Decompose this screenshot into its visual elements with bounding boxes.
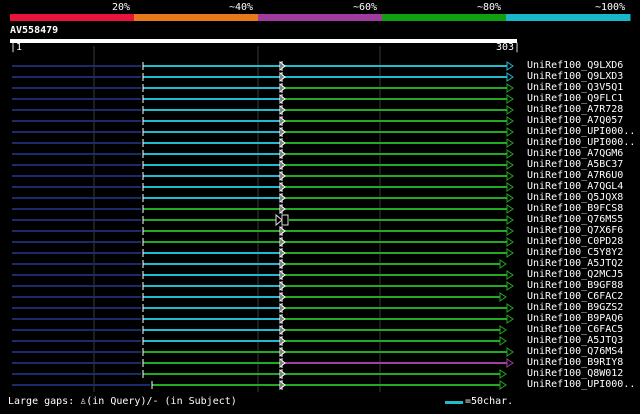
identity-tick-40: ~40% <box>229 2 254 13</box>
hit-end-arrow <box>499 380 507 390</box>
hit-label[interactable]: UniRef100_Q8W012 <box>527 368 639 379</box>
hit-label[interactable]: UniRef100_C6FAC5 <box>527 324 639 335</box>
hit-label[interactable]: UniRef100_C0PD28 <box>527 236 639 247</box>
query-name: AV558479 <box>10 25 59 36</box>
hit-label[interactable]: UniRef100_UPI000.. <box>527 126 639 137</box>
hit-end-arrow <box>506 83 514 93</box>
hit-end-arrow <box>506 237 514 247</box>
hit-end-arrow <box>506 215 514 225</box>
hit-end-arrow <box>506 204 514 214</box>
identity-band-2 <box>134 14 259 21</box>
hit-end-arrow <box>506 105 514 115</box>
hit-label[interactable]: UniRef100_Q9LXD6 <box>527 60 639 71</box>
identity-band-5 <box>506 14 631 21</box>
hit-end-arrow <box>506 149 514 159</box>
query-end: 303| <box>496 42 521 53</box>
hit-label[interactable]: UniRef100_Q76MS4 <box>527 346 639 357</box>
hit-end-arrow <box>506 138 514 148</box>
scale-label: =50char. <box>465 396 514 407</box>
query-bar <box>10 39 517 43</box>
alignment-viewer: 20% ~40% ~60% ~80% ~100% AV558479 |1 303… <box>0 0 640 410</box>
hit-label[interactable]: UniRef100_Q7X6F6 <box>527 225 639 236</box>
hit-end-arrow <box>506 248 514 258</box>
hit-label[interactable]: UniRef100_Q76MS5 <box>527 214 639 225</box>
hit-end-arrow <box>506 61 514 71</box>
identity-band-4 <box>382 14 507 21</box>
identity-tick-80: ~80% <box>477 2 502 13</box>
hit-end-arrow <box>506 127 514 137</box>
hit-label[interactable]: UniRef100_B9FCS8 <box>527 203 639 214</box>
hit-end-arrow <box>506 171 514 181</box>
hit-end-arrow <box>506 182 514 192</box>
hit-label[interactable]: UniRef100_B9RIY8 <box>527 357 639 368</box>
hit-end-arrow <box>506 193 514 203</box>
hit-label[interactable]: UniRef100_A7R6U0 <box>527 170 639 181</box>
identity-tick-100: ~100% <box>595 2 626 13</box>
hit-end-arrow <box>499 292 507 302</box>
hit-label[interactable]: UniRef100_B9GF88 <box>527 280 639 291</box>
hit-label[interactable]: UniRef100_A5BC37 <box>527 159 639 170</box>
scale-bar <box>445 401 463 404</box>
hit-end-arrow <box>499 369 507 379</box>
identity-band-3 <box>258 14 383 21</box>
hit-end-arrow <box>499 259 507 269</box>
hit-end-arrow <box>506 116 514 126</box>
query-gap-mark <box>275 213 283 227</box>
hit-label[interactable]: UniRef100_UPI000.. <box>527 379 639 390</box>
hit-label[interactable]: UniRef100_A5JTQ2 <box>527 258 639 269</box>
identity-tick-60: ~60% <box>353 2 378 13</box>
hit-end-arrow <box>506 270 514 280</box>
hit-end-arrow <box>506 226 514 236</box>
hit-label[interactable]: UniRef100_A7QGM6 <box>527 148 639 159</box>
hit-label[interactable]: UniRef100_Q9FLC1 <box>527 93 639 104</box>
hit-label[interactable]: UniRef100_Q5JQX8 <box>527 192 639 203</box>
hit-end-arrow <box>499 336 507 346</box>
identity-tick-20: 20% <box>112 2 131 13</box>
subject-gap-mark <box>281 214 289 226</box>
query-start: |1 <box>10 42 23 53</box>
hit-end-arrow <box>506 303 514 313</box>
hit-end-arrow <box>506 94 514 104</box>
hit-label[interactable]: UniRef100_Q2MCJ5 <box>527 269 639 280</box>
hit-label[interactable]: UniRef100_B9GZS2 <box>527 302 639 313</box>
hit-end-arrow <box>506 314 514 324</box>
hit-end-arrow <box>506 281 514 291</box>
hit-label[interactable]: UniRef100_C5Y8Y2 <box>527 247 639 258</box>
identity-band-1 <box>10 14 135 21</box>
hit-end-arrow <box>506 347 514 357</box>
hit-label[interactable]: UniRef100_B9PAQ6 <box>527 313 639 324</box>
hit-label[interactable]: UniRef100_A7R728 <box>527 104 639 115</box>
hit-end-arrow <box>506 72 514 82</box>
hit-end-arrow <box>506 358 514 368</box>
hit-label[interactable]: UniRef100_A7Q057 <box>527 115 639 126</box>
hit-end-arrow <box>499 325 507 335</box>
hit-label[interactable]: UniRef100_Q3V5Q1 <box>527 82 639 93</box>
hit-end-arrow <box>506 160 514 170</box>
hit-label[interactable]: UniRef100_C6FAC2 <box>527 291 639 302</box>
hit-label[interactable]: UniRef100_Q9LXD3 <box>527 71 639 82</box>
hit-label[interactable]: UniRef100_A7QGL4 <box>527 181 639 192</box>
gaps-legend: Large gaps: ♙(in Query)/- (in Subject) <box>8 396 237 407</box>
hit-label[interactable]: UniRef100_A5JTQ3 <box>527 335 639 346</box>
hit-label[interactable]: UniRef100_UPI000.. <box>527 137 639 148</box>
